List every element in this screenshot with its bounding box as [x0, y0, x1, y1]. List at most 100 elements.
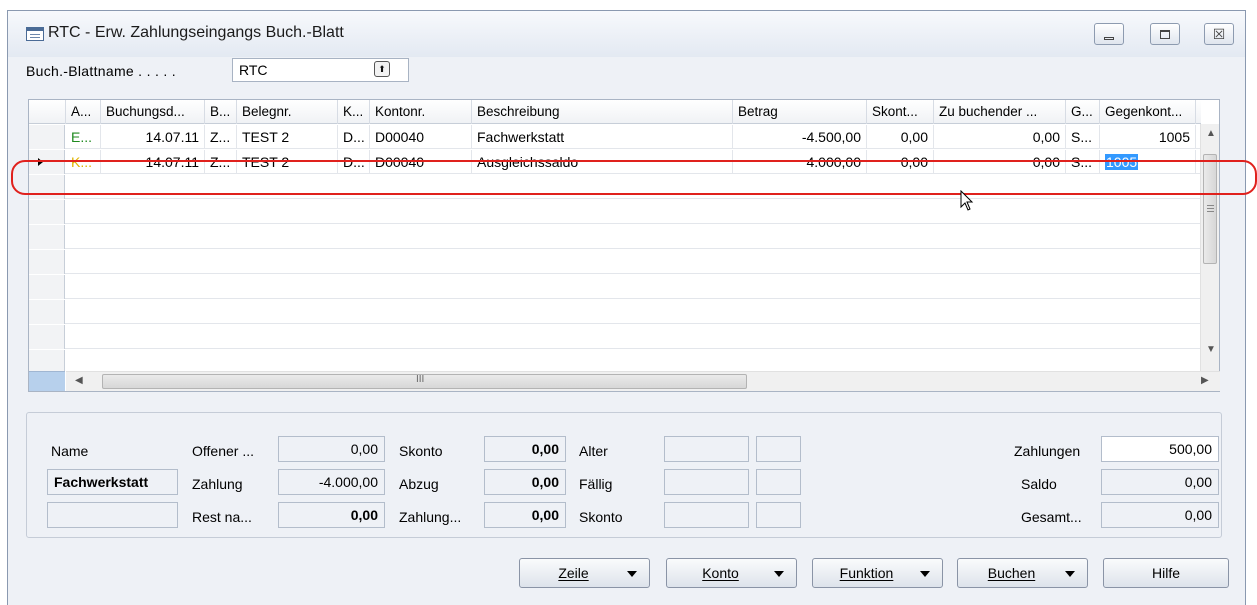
- payments-label: Zahlungen: [1014, 443, 1081, 459]
- cell-amount-to-post[interactable]: 0,00: [934, 125, 1066, 149]
- column-header-account-no[interactable]: Kontonr.: [370, 100, 472, 124]
- row-selector[interactable]: [29, 125, 65, 149]
- empty-row[interactable]: [29, 275, 1201, 299]
- post-menu-button[interactable]: Buchen: [957, 558, 1088, 588]
- column-header-posting-date[interactable]: Buchungsd...: [101, 100, 205, 124]
- vertical-scroll-thumb[interactable]: [1203, 154, 1217, 264]
- column-header-doc-no[interactable]: Belegnr.: [237, 100, 338, 124]
- account-menu-button[interactable]: Konto: [666, 558, 797, 588]
- row-selector[interactable]: [29, 200, 65, 224]
- header-row-selector: [29, 100, 66, 124]
- empty-row[interactable]: [29, 200, 1201, 224]
- cell-doc-no[interactable]: TEST 2: [237, 150, 338, 174]
- grid-header: A... Buchungsd... B... Belegnr. K... Kon…: [29, 100, 1201, 124]
- function-menu-label: Funktion: [839, 565, 894, 581]
- table-row[interactable]: E... 14.07.11 Z... TEST 2 D... D00040 Fa…: [29, 125, 1201, 149]
- empty-row[interactable]: [29, 225, 1201, 249]
- window-title: RTC - Erw. Zahlungseingangs Buch.-Blatt: [48, 24, 344, 41]
- cell-amount[interactable]: 4.000,00: [733, 150, 867, 174]
- cell-discount[interactable]: 0,00: [867, 125, 934, 149]
- column-header-more[interactable]: !: [1196, 100, 1201, 124]
- cell-account-type[interactable]: D...: [338, 150, 370, 174]
- cell-type[interactable]: K...: [66, 150, 101, 174]
- minimize-button[interactable]: [1094, 23, 1124, 45]
- journal-lookup-button[interactable]: ⬆: [374, 61, 390, 77]
- empty-row[interactable]: [29, 175, 1201, 199]
- column-header-account-type[interactable]: K...: [338, 100, 370, 124]
- vertical-scrollbar[interactable]: ▲ ▼: [1200, 124, 1219, 372]
- info-panel: Name Fachwerkstatt Offener ... Zahlung R…: [26, 412, 1222, 538]
- cell-bal-type[interactable]: S...: [1066, 125, 1100, 149]
- cell-doc-type[interactable]: Z...: [205, 150, 237, 174]
- cell-doc-no[interactable]: TEST 2: [237, 125, 338, 149]
- journal-lines-grid: A... Buchungsd... B... Belegnr. K... Kon…: [28, 99, 1220, 392]
- cell-discount[interactable]: 0,00: [867, 150, 934, 174]
- row-selector[interactable]: [29, 225, 65, 249]
- cell-description[interactable]: Ausgleichssaldo: [472, 150, 733, 174]
- line-menu-button[interactable]: Zeile: [519, 558, 650, 588]
- cell-bal-account-editing[interactable]: 1005: [1100, 150, 1196, 174]
- age-value-2: [756, 436, 801, 462]
- age-value: [664, 436, 749, 462]
- function-menu-button[interactable]: Funktion: [812, 558, 943, 588]
- row-selector[interactable]: [29, 250, 65, 274]
- cell-description[interactable]: Fachwerkstatt: [472, 125, 733, 149]
- column-header-doc-type[interactable]: B...: [205, 100, 237, 124]
- scroll-up-icon[interactable]: ▲: [1206, 128, 1216, 139]
- empty-row[interactable]: [29, 250, 1201, 274]
- column-header-bal-account[interactable]: Gegenkont...: [1100, 100, 1196, 124]
- help-button[interactable]: Hilfe: [1103, 558, 1229, 588]
- column-header-bal-type[interactable]: G...: [1066, 100, 1100, 124]
- balance-label: Saldo: [1021, 476, 1057, 492]
- empty-row[interactable]: [29, 325, 1201, 349]
- grid-body: A... Buchungsd... B... Belegnr. K... Kon…: [29, 100, 1201, 372]
- row-selector[interactable]: [29, 150, 65, 174]
- empty-row[interactable]: [29, 300, 1201, 324]
- maximize-button[interactable]: [1150, 23, 1180, 45]
- name-value-2: [47, 502, 178, 528]
- current-row-icon: [38, 158, 43, 166]
- due-value: [664, 469, 749, 495]
- open-amount-value: 0,00: [278, 436, 385, 462]
- maximize-icon: [1160, 29, 1170, 39]
- scroll-right-icon[interactable]: ▶: [1201, 375, 1209, 386]
- scroll-down-icon[interactable]: ▼: [1206, 344, 1216, 355]
- empty-row[interactable]: [29, 350, 1201, 372]
- table-row-current[interactable]: K... 14.07.11 Z... TEST 2 D... D00040 Au…: [29, 150, 1201, 174]
- row-selector[interactable]: [29, 175, 65, 199]
- cell-bal-account[interactable]: 1005: [1100, 125, 1196, 149]
- post-menu-label: Buchen: [987, 565, 1036, 581]
- cell-account-no[interactable]: D00040: [370, 125, 472, 149]
- cell-account-type[interactable]: D...: [338, 125, 370, 149]
- mouse-pointer-icon: [960, 190, 974, 211]
- total-value: 0,00: [1101, 502, 1219, 528]
- row-selector[interactable]: [29, 300, 65, 324]
- minimize-icon: [1104, 36, 1114, 40]
- cell-doc-type[interactable]: Z...: [205, 125, 237, 149]
- column-header-type[interactable]: A...: [66, 100, 101, 124]
- column-header-amount-to-post[interactable]: Zu buchender ...: [934, 100, 1066, 124]
- row-selector[interactable]: [29, 275, 65, 299]
- horizontal-scrollbar[interactable]: ◀ III ▶: [66, 371, 1220, 391]
- row-selector[interactable]: [29, 350, 65, 372]
- column-header-discount[interactable]: Skont...: [867, 100, 934, 124]
- cell-account-no[interactable]: D00040: [370, 150, 472, 174]
- cell-amount[interactable]: -4.500,00: [733, 125, 867, 149]
- discount-date-value-2: [756, 502, 801, 528]
- cell-posting-date[interactable]: 14.07.11: [101, 150, 205, 174]
- row-selector[interactable]: [29, 325, 65, 349]
- column-header-amount[interactable]: Betrag: [733, 100, 867, 124]
- close-button[interactable]: ☒: [1204, 23, 1234, 45]
- arrow-up-icon: ⬆: [378, 63, 386, 74]
- discount-label: Skonto: [399, 443, 443, 459]
- due-label: Fällig: [579, 476, 613, 492]
- cell-bal-type[interactable]: S...: [1066, 150, 1100, 174]
- cell-posting-date[interactable]: 14.07.11: [101, 125, 205, 149]
- payment-label: Zahlung: [192, 476, 243, 492]
- column-header-description[interactable]: Beschreibung: [472, 100, 733, 124]
- horizontal-scroll-thumb[interactable]: III: [102, 374, 747, 389]
- cell-type[interactable]: E...: [66, 125, 101, 149]
- dropdown-arrow-icon: [774, 571, 784, 577]
- scroll-left-icon[interactable]: ◀: [75, 375, 83, 386]
- cell-amount-to-post[interactable]: 0,00: [934, 150, 1066, 174]
